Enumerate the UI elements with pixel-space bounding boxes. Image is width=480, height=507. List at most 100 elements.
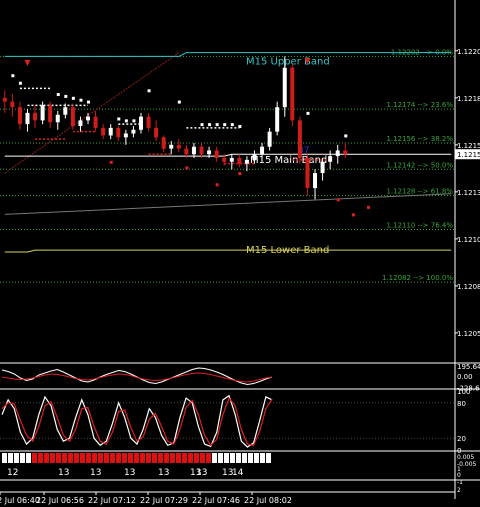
session-label: 12	[7, 468, 18, 478]
candle-body	[10, 101, 15, 108]
osc1-tick-label: 195.64	[457, 363, 480, 371]
signal-dot-white	[238, 125, 242, 129]
candle-body	[191, 146, 196, 155]
candle-body	[25, 112, 30, 125]
session-cell	[8, 453, 13, 463]
session-cell	[122, 453, 127, 463]
session-cell	[152, 453, 157, 463]
candle-body	[169, 144, 174, 149]
session-cell	[80, 453, 85, 463]
signal-dot-red	[238, 172, 242, 176]
time-tick-label: 22 Jul 07:12	[88, 496, 136, 505]
session-cell	[56, 453, 61, 463]
session-label: 13	[196, 468, 207, 478]
time-tick-label: 22 Jul 07:29	[140, 496, 188, 505]
session-label: 14	[232, 468, 244, 478]
session-cell	[176, 453, 181, 463]
signal-dot-white	[117, 117, 121, 121]
candle-body	[70, 107, 75, 127]
upper-band-label: M15 Upper Band	[246, 57, 330, 68]
session-cell	[2, 453, 7, 463]
signal-dot-white	[18, 81, 22, 85]
session-cell	[146, 453, 151, 463]
signal-dot-white	[87, 100, 91, 104]
session-cell	[254, 453, 259, 463]
candle-body	[55, 114, 60, 123]
session-cell	[104, 453, 109, 463]
time-tick-label: 22 Jul 07:46	[192, 496, 240, 505]
session-cell	[26, 453, 31, 463]
session-cell	[74, 453, 79, 463]
fib-level-label: 1.12110 --> 76.4%	[386, 221, 453, 229]
y-tick-label: 1.12055	[457, 330, 480, 338]
candle-body	[176, 144, 181, 149]
bottom-tick-label: 0.005	[457, 454, 474, 461]
session-cell	[38, 453, 43, 463]
candle-body	[131, 129, 136, 134]
candle-body	[40, 105, 45, 121]
time-tick-label: 22 Jul 06:56	[36, 496, 84, 505]
osc2-tick-label: 100	[457, 388, 470, 396]
signal-dot-white	[344, 134, 348, 138]
chart-canvas[interactable]: 1.12202 --> 0.0%1.12174 --> 23.6%1.12156…	[0, 0, 480, 507]
candle-body	[214, 150, 219, 158]
last-price-label: 1.12150	[457, 151, 480, 159]
y-tick-label: 1.12155	[457, 142, 480, 150]
session-cell	[224, 453, 229, 463]
y-tick-label: 1.12080	[457, 283, 480, 291]
session-cell	[218, 453, 223, 463]
candle-body	[138, 116, 143, 130]
session-cell	[14, 453, 19, 463]
candle-body	[229, 157, 234, 162]
session-cell	[206, 453, 211, 463]
session-label: 13	[158, 468, 169, 478]
session-cell	[170, 453, 175, 463]
candle-body	[123, 133, 128, 138]
candle-body	[63, 107, 68, 115]
time-tick-label: 22 Jul 08:02	[244, 496, 292, 505]
signal-dot-white	[208, 123, 212, 127]
session-cell	[200, 453, 205, 463]
session-cell	[44, 453, 49, 463]
session-cell	[86, 453, 91, 463]
session-cell	[110, 453, 115, 463]
session-cell	[260, 453, 265, 463]
fib-level-label: 1.12082 --> 100.0%	[382, 274, 453, 282]
candle-body	[320, 161, 325, 174]
candle-body	[86, 116, 91, 121]
signal-dot-white	[306, 111, 310, 115]
signal-dot-red	[109, 160, 113, 164]
candle-body	[244, 159, 249, 164]
osc2-tick-label: 80	[457, 400, 466, 408]
y-tick-label: 1.12105	[457, 236, 480, 244]
signal-dot-white	[200, 123, 204, 127]
signal-dot-red	[366, 205, 370, 209]
signal-dot-red	[185, 166, 189, 170]
chart-window: 1.12202 --> 0.0% 1.12174 --> 23.6% 1.12156…	[0, 0, 480, 507]
signal-dot-white	[79, 98, 83, 102]
session-cell	[266, 453, 271, 463]
session-cell	[62, 453, 67, 463]
signal-dot-white	[215, 123, 219, 127]
session-cell	[248, 453, 253, 463]
y-tick-label: 1.12130	[457, 189, 480, 197]
candle-body	[33, 112, 38, 121]
candle-body	[290, 67, 295, 121]
fib-level-label: 1.12142 --> 50.0%	[386, 161, 453, 169]
y-tick-label: 1.12205	[457, 48, 480, 56]
signal-dot-white	[11, 74, 15, 78]
candle-body	[343, 150, 348, 155]
session-label: 13	[124, 468, 135, 478]
session-label: 13	[90, 468, 101, 478]
candle-body	[237, 157, 242, 164]
candle-body	[260, 146, 265, 155]
candle-body	[78, 120, 83, 127]
candle-body	[184, 148, 189, 155]
candle-body	[328, 156, 333, 162]
fib-level-label: 1.12156 --> 38.2%	[386, 135, 453, 143]
signal-dot-red	[336, 198, 340, 202]
candle-body	[297, 120, 302, 158]
candle-body	[313, 173, 318, 189]
candle-body	[48, 105, 53, 123]
candle-body	[116, 127, 121, 138]
